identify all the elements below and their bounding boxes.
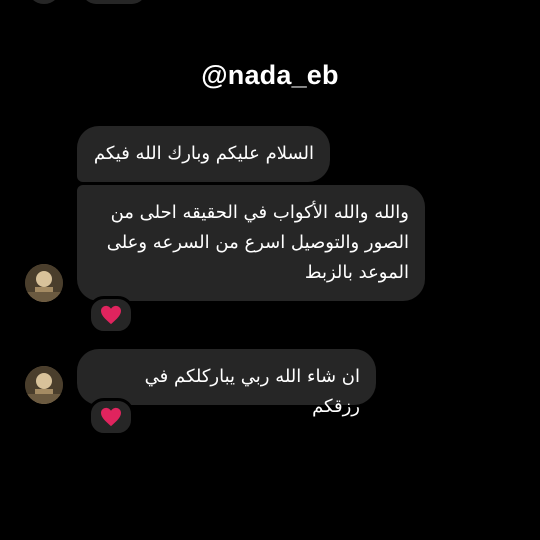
message-bubble[interactable]: والله والله الأكواب في الحقيقه احلى من ا…: [77, 185, 425, 301]
username-handle[interactable]: @nada_eb: [0, 60, 540, 91]
message-bubble-partial: [82, 0, 146, 4]
message-bubble[interactable]: ان شاء الله ربي يباركلكم في رزقكم: [77, 349, 376, 417]
reaction-badge[interactable]: [88, 296, 134, 334]
avatar[interactable]: [25, 264, 63, 302]
red-heart-icon: [101, 305, 121, 325]
avatar[interactable]: [25, 366, 63, 404]
red-heart-icon: [101, 407, 121, 427]
avatar-partial[interactable]: [27, 0, 61, 4]
message-bubble[interactable]: السلام عليكم وبارك الله فيكم: [77, 126, 330, 182]
reaction-badge[interactable]: [88, 398, 134, 436]
